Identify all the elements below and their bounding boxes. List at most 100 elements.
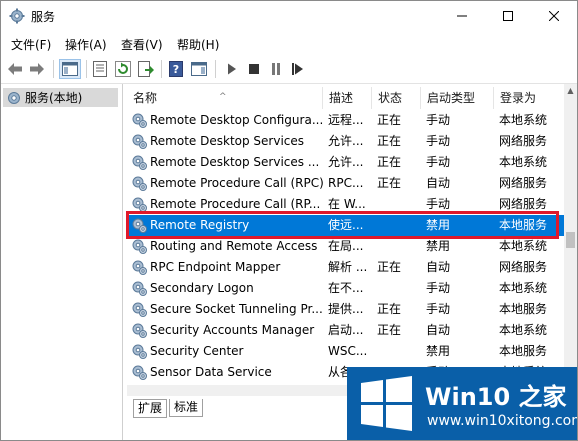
service-gear-icon <box>132 155 147 170</box>
table-row[interactable]: RPC Endpoint Mapper 解析 ... 正在 自动 网络服务 <box>127 257 564 278</box>
services-window: 服务 文件(F) 操作(A) 查看(V) 帮助(H) ? 服务(本地) 名称 ^… <box>0 0 578 441</box>
restart-service-button[interactable] <box>289 60 307 78</box>
back-button[interactable] <box>6 60 24 78</box>
service-status: 正在 <box>377 134 402 148</box>
help-button[interactable]: ? <box>167 60 185 78</box>
service-status <box>377 194 421 215</box>
service-gear-icon <box>132 176 147 191</box>
tab-extended[interactable]: 扩展 <box>133 399 168 418</box>
maximize-button[interactable] <box>485 1 531 31</box>
minimize-icon <box>457 15 467 17</box>
service-status <box>377 236 421 257</box>
service-description: 允许... <box>328 134 364 148</box>
refresh-icon <box>115 61 131 77</box>
table-row[interactable]: Routing and Remote Access 在局... 禁用 本地系统 <box>127 236 564 257</box>
service-startup-type: 自动 <box>426 260 451 274</box>
column-header-name[interactable]: 名称 ^ <box>127 87 323 109</box>
menu-action[interactable]: 操作(A) <box>65 36 107 53</box>
service-log-on-as: 本地系统 <box>499 239 548 253</box>
service-description: 解析 ... <box>328 260 368 274</box>
menu-file[interactable]: 文件(F) <box>11 36 51 53</box>
minimize-button[interactable] <box>439 1 485 31</box>
service-status: 正在 <box>377 323 402 337</box>
show-hide-tree-button[interactable] <box>59 59 81 79</box>
menu-help[interactable]: 帮助(H) <box>177 36 219 53</box>
scrollbar-thumb[interactable] <box>566 232 575 248</box>
service-name: Remote Desktop Configura... <box>150 113 323 127</box>
console-tree-icon <box>62 62 78 76</box>
service-startup-type: 手动 <box>426 113 451 127</box>
service-description: 在局... <box>328 239 364 253</box>
service-gear-icon <box>132 281 147 296</box>
service-gear-icon <box>132 365 147 380</box>
back-arrow-icon <box>8 63 22 75</box>
service-status: 正在 <box>377 260 402 274</box>
toolbar: ? <box>1 55 577 84</box>
service-name: Routing and Remote Access <box>150 239 318 253</box>
service-startup-type: 手动 <box>426 197 451 211</box>
svg-text:?: ? <box>173 63 179 76</box>
service-name: Secondary Logon <box>150 281 254 295</box>
service-name: Security Accounts Manager <box>150 323 315 337</box>
service-name: Remote Procedure Call (RPC) <box>150 176 323 190</box>
table-row[interactable]: Remote Registry 使远... 禁用 本地服务 <box>127 215 564 236</box>
table-row[interactable]: Security Center WSC... 禁用 本地服务 <box>127 341 564 362</box>
service-status <box>377 341 421 362</box>
watermark-title: Win10 之家 <box>425 383 567 411</box>
export-icon <box>138 61 154 77</box>
service-status: 正在 <box>377 302 402 316</box>
service-name: Secure Socket Tunneling Pr... <box>150 302 323 316</box>
table-row[interactable]: Remote Desktop Services ... 允许... 正在 手动 本地系统 <box>127 152 564 173</box>
service-name: Remote Desktop Services ... <box>150 155 320 169</box>
table-row[interactable]: Remote Procedure Call (RP... 在 W... 手动 网络服务 <box>127 194 564 215</box>
export-list-button[interactable] <box>137 60 155 78</box>
service-name: Remote Registry <box>150 218 250 232</box>
stop-icon <box>249 64 259 74</box>
service-name: Security Center <box>150 344 244 358</box>
table-row[interactable]: Remote Procedure Call (RPC) RPC... 正在 自动 网络服… <box>127 173 564 194</box>
stop-service-button[interactable] <box>245 60 263 78</box>
service-startup-type: 手动 <box>426 302 451 316</box>
table-row[interactable]: Remote Desktop Services 允许... 正在 手动 网络服务 <box>127 131 564 152</box>
forward-button[interactable] <box>28 60 46 78</box>
table-row[interactable]: Secure Socket Tunneling Pr... 提供... 正在 手动 本地… <box>127 299 564 320</box>
maximize-icon <box>503 11 513 21</box>
column-header-startup-type[interactable]: 启动类型 <box>421 87 494 109</box>
service-gear-icon <box>132 218 147 233</box>
tree-item-label: 服务(本地) <box>25 91 83 105</box>
table-row[interactable]: Security Accounts Manager 启动... 正在 自动 本地系统 <box>127 320 564 341</box>
service-description: RPC... <box>328 176 364 190</box>
tree-item-services-local[interactable]: 服务(本地) <box>3 88 118 107</box>
list-header: 名称 ^ 描述 状态 启动类型 登录为 <box>127 87 564 109</box>
close-icon <box>549 11 559 21</box>
scroll-up-icon[interactable]: ▲ <box>564 84 577 97</box>
menu-view[interactable]: 查看(V) <box>121 36 163 53</box>
refresh-button[interactable] <box>114 60 132 78</box>
service-name: Remote Procedure Call (RP... <box>150 197 321 211</box>
service-log-on-as: 本地服务 <box>499 302 548 316</box>
column-header-status[interactable]: 状态 <box>372 87 421 109</box>
service-status: 正在 <box>377 155 402 169</box>
properties-button[interactable] <box>91 60 109 78</box>
start-service-button[interactable] <box>223 60 241 78</box>
column-header-description[interactable]: 描述 <box>323 87 372 109</box>
service-log-on-as: 本地系统 <box>499 281 548 295</box>
vertical-scrollbar[interactable]: ▲ ▼ <box>564 84 577 396</box>
service-description: 允许... <box>328 155 364 169</box>
gear-icon <box>9 8 25 24</box>
column-header-log-on-as[interactable]: 登录为 <box>494 87 564 109</box>
service-description: 使远... <box>328 218 364 232</box>
action-pane-button[interactable] <box>190 60 208 78</box>
tab-standard[interactable]: 标准 <box>169 399 204 417</box>
table-row[interactable]: Remote Desktop Configura... 远程... 正在 手动 本地系统 <box>127 110 564 131</box>
service-status: 正在 <box>377 176 402 190</box>
window-title: 服务 <box>31 10 56 24</box>
table-row[interactable]: Secondary Logon 在不... 手动 本地系统 <box>127 278 564 299</box>
title-bar: 服务 <box>1 1 577 31</box>
pause-service-button[interactable] <box>267 60 285 78</box>
service-description: 远程... <box>328 113 364 127</box>
close-button[interactable] <box>531 1 577 31</box>
properties-icon <box>93 61 107 77</box>
service-startup-type: 手动 <box>426 155 451 169</box>
watermark-url: www.win10xitong.com <box>427 413 578 429</box>
